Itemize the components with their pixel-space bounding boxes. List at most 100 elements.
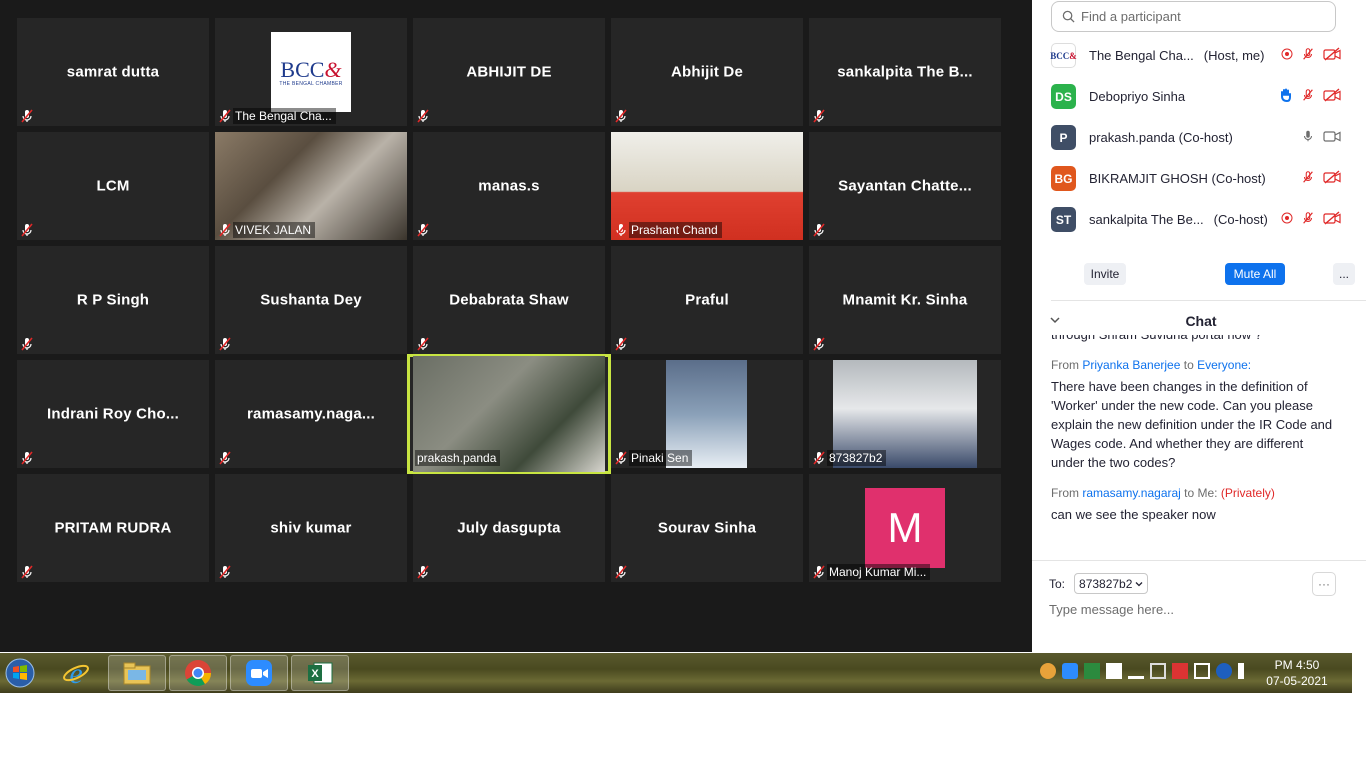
tray-app-icon[interactable] xyxy=(1106,663,1122,679)
tile-footer xyxy=(19,563,35,580)
muted-mic-icon[interactable] xyxy=(1301,88,1315,105)
participant-search-input[interactable]: Find a participant xyxy=(1051,1,1336,32)
chrome-taskbar[interactable] xyxy=(169,655,227,691)
avatar: M xyxy=(865,488,945,568)
video-tile[interactable]: 873827b2 xyxy=(809,360,1001,468)
chat-message-text: There have been changes in the definitio… xyxy=(1051,379,1333,470)
video-tile[interactable]: Pinaki Sen xyxy=(611,360,803,468)
video-tile[interactable]: Debabrata Shaw xyxy=(413,246,605,354)
recipient-select[interactable]: 873827b2 xyxy=(1074,573,1149,594)
bcc-logo: BCC& THE BENGAL CHAMBER xyxy=(271,32,351,112)
video-tile[interactable]: LCM xyxy=(17,132,209,240)
video-tile[interactable]: sankalpita The B... xyxy=(809,18,1001,126)
participant-name: PRITAM RUDRA xyxy=(54,519,172,537)
chat-sender[interactable]: Priyanka Banerjee xyxy=(1082,358,1180,372)
video-off-icon[interactable] xyxy=(1323,170,1341,187)
tray-app-icon[interactable] xyxy=(1172,663,1188,679)
mic-icon[interactable] xyxy=(1301,129,1315,146)
muted-mic-icon[interactable] xyxy=(1301,47,1315,64)
video-icon[interactable] xyxy=(1323,129,1341,146)
muted-mic-icon[interactable] xyxy=(1301,211,1315,228)
video-tile[interactable]: ramasamy.naga... xyxy=(215,360,407,468)
recording-icon xyxy=(1281,212,1293,227)
taskbar-clock[interactable]: PM 4:50 07-05-2021 xyxy=(1262,657,1332,689)
tile-footer xyxy=(415,563,431,580)
participant-actions: Invite Mute All ... xyxy=(1084,263,1355,285)
muted-mic-icon xyxy=(217,222,233,238)
participant-row[interactable]: BG BIKRAMJIT GHOSH (Co-host) xyxy=(1051,158,1341,199)
chat-sender[interactable]: ramasamy.nagaraj xyxy=(1082,486,1180,500)
file-explorer-taskbar[interactable] xyxy=(108,655,166,691)
video-tile[interactable]: BCC& THE BENGAL CHAMBER The Bengal Cha... xyxy=(215,18,407,126)
chat-message-input[interactable] xyxy=(1049,602,1334,617)
tile-footer xyxy=(811,221,827,238)
video-tile[interactable]: VIVEK JALAN xyxy=(215,132,407,240)
video-tile[interactable]: Prashant Chand xyxy=(611,132,803,240)
participant-label: 873827b2 xyxy=(827,449,887,466)
tile-footer xyxy=(217,449,233,466)
participant-name: Mnamit Kr. Sinha xyxy=(842,291,968,309)
video-tile[interactable]: R P Singh xyxy=(17,246,209,354)
video-tile[interactable]: Praful xyxy=(611,246,803,354)
participant-row[interactable]: BCC& The Bengal Cha... (Host, me) xyxy=(1050,35,1341,76)
zoom-tray-icon[interactable] xyxy=(1062,663,1078,679)
tray-app-icon[interactable] xyxy=(1040,663,1056,679)
windows-logo-icon xyxy=(5,658,35,688)
clock-time: PM 4:50 xyxy=(1274,658,1320,672)
invite-button[interactable]: Invite xyxy=(1084,263,1126,285)
muted-mic-icon xyxy=(613,450,629,466)
video-tile[interactable]: ABHIJIT DE xyxy=(413,18,605,126)
participant-status-icons xyxy=(1281,47,1341,64)
video-tile[interactable]: Indrani Roy Cho... xyxy=(17,360,209,468)
participant-list: BCC& The Bengal Cha... (Host, me) DS Debopri… xyxy=(1050,35,1341,240)
svg-text:e: e xyxy=(69,658,82,688)
chat-to-label: to xyxy=(1183,358,1194,372)
video-tile[interactable]: July dasgupta xyxy=(413,474,605,582)
tile-footer xyxy=(217,335,233,352)
video-tile[interactable]: shiv kumar xyxy=(215,474,407,582)
tray-app-icon[interactable] xyxy=(1194,663,1210,679)
chat-recipient[interactable]: Everyone: xyxy=(1197,358,1251,372)
muted-mic-icon xyxy=(811,450,827,466)
video-tile[interactable]: Sourav Sinha xyxy=(611,474,803,582)
signal-icon[interactable] xyxy=(1128,663,1144,679)
video-off-icon[interactable] xyxy=(1323,47,1341,64)
tile-footer xyxy=(19,335,35,352)
participant-row[interactable]: DS Debopriyo Sinha xyxy=(1051,76,1341,117)
video-tile[interactable]: Mnamit Kr. Sinha xyxy=(809,246,1001,354)
avatar: BG xyxy=(1051,166,1076,191)
start-button[interactable] xyxy=(0,655,40,691)
video-tile[interactable]: Sushanta Dey xyxy=(215,246,407,354)
volume-icon[interactable] xyxy=(1238,663,1254,679)
internet-explorer-taskbar[interactable]: e xyxy=(47,655,105,691)
video-tile[interactable]: manas.s xyxy=(413,132,605,240)
tile-footer xyxy=(415,107,431,124)
chat-more-button[interactable]: ··· xyxy=(1312,572,1336,596)
excel-taskbar[interactable]: X xyxy=(291,655,349,691)
participant-role: (Co-host) xyxy=(1213,212,1268,227)
video-tile[interactable]: PRITAM RUDRA xyxy=(17,474,209,582)
participant-row[interactable]: ST sankalpita The Be... (Co-host) xyxy=(1051,199,1341,240)
video-tile[interactable]: prakash.panda xyxy=(407,354,611,474)
avatar: P xyxy=(1051,125,1076,150)
muted-mic-icon xyxy=(811,564,827,580)
tray-app-icon[interactable] xyxy=(1150,663,1166,679)
video-off-icon[interactable] xyxy=(1323,211,1341,228)
bluetooth-icon[interactable] xyxy=(1216,663,1232,679)
video-tile[interactable]: Abhijit De xyxy=(611,18,803,126)
video-tile[interactable]: M Manoj Kumar Mi... xyxy=(809,474,1001,582)
participants-more-button[interactable]: ... xyxy=(1333,263,1355,285)
video-off-icon[interactable] xyxy=(1323,88,1341,105)
participant-name: Sushanta Dey xyxy=(260,291,362,309)
muted-mic-icon xyxy=(19,450,35,466)
divider xyxy=(1051,300,1366,301)
tile-footer xyxy=(415,221,431,238)
video-tile[interactable]: Sayantan Chatte... xyxy=(809,132,1001,240)
mute-all-button[interactable]: Mute All xyxy=(1225,263,1285,285)
tray-app-icon[interactable] xyxy=(1084,663,1100,679)
muted-mic-icon[interactable] xyxy=(1301,170,1315,187)
video-tile[interactable]: samrat dutta xyxy=(17,18,209,126)
zoom-taskbar[interactable] xyxy=(230,655,288,691)
participant-row[interactable]: Pprakash.panda (Co-host) xyxy=(1051,117,1341,158)
folder-icon xyxy=(123,662,151,685)
